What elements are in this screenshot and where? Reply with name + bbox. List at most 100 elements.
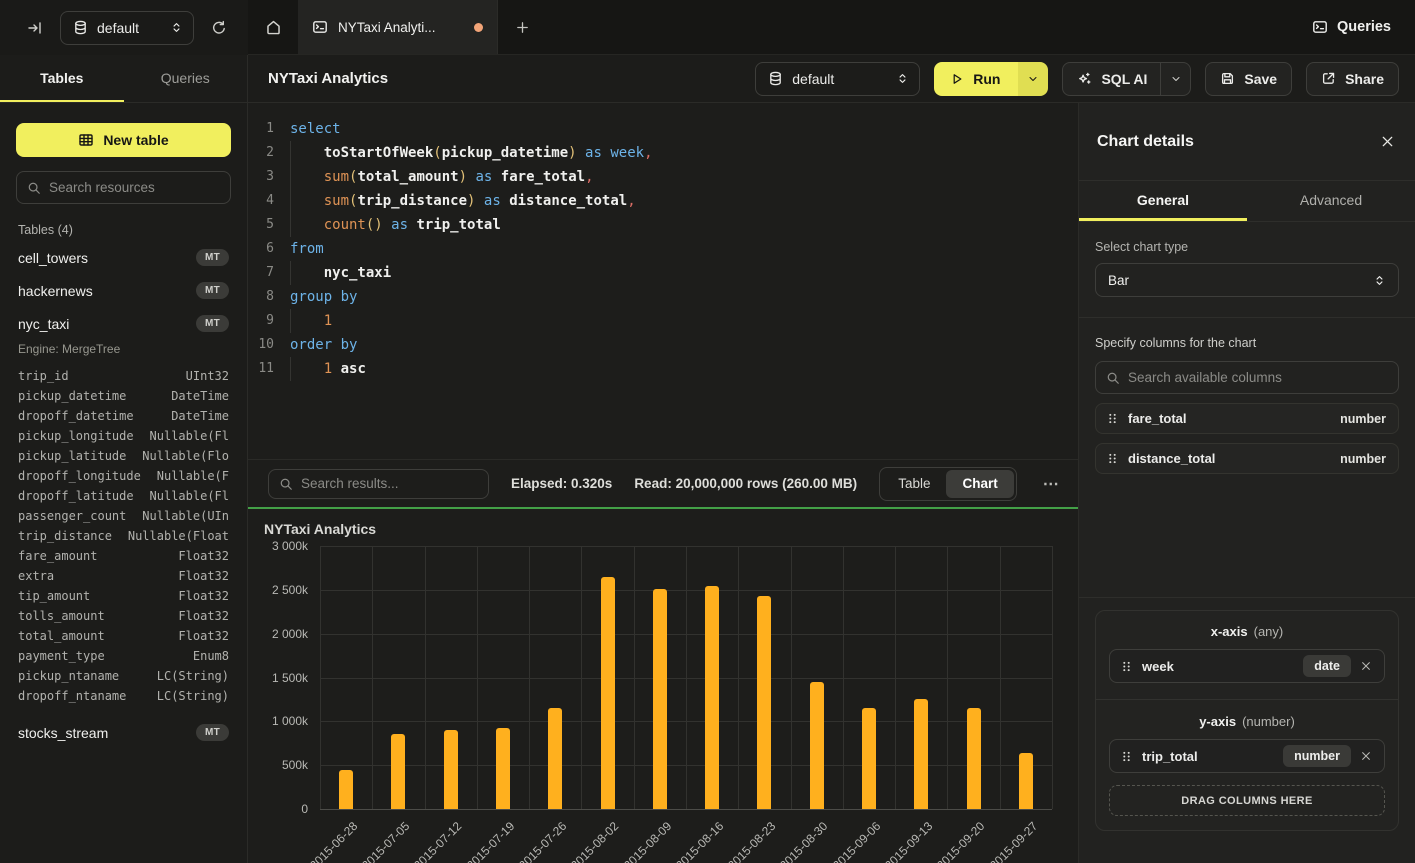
line-number: 5 [248,213,290,237]
results-more-button[interactable]: ⋯ [1039,474,1064,494]
column-row[interactable]: pickup_longitudeNullable(Fl [16,426,231,446]
line-number: 9 [248,309,290,333]
y-axis-tick-label: 500k [248,758,308,772]
table-row-cell_towers[interactable]: cell_towersMT [16,241,231,274]
sql-ai-button[interactable]: SQL AI [1062,62,1191,96]
column-chip-week[interactable]: weekdate [1109,649,1385,683]
new-tab-button[interactable] [498,0,546,54]
column-row[interactable]: fare_amountFloat32 [16,546,231,566]
gridline-horizontal [320,809,1052,810]
column-row[interactable]: total_amountFloat32 [16,626,231,646]
run-options-button[interactable] [1018,62,1048,96]
chart-type-value: Bar [1108,273,1373,288]
terminal-icon [312,19,328,35]
save-button[interactable]: Save [1205,62,1292,96]
drag-handle-icon[interactable] [1120,750,1133,763]
sidebar-tab-queries[interactable]: Queries [124,55,248,102]
chevrons-updown-icon [896,72,909,85]
y-axis-tick-label: 2 500k [248,583,308,597]
collapse-sidebar-button[interactable] [20,13,50,43]
code-line: 2 toStartOfWeek(pickup_datetime) as week… [248,141,1078,165]
unsaved-changes-dot [474,23,483,32]
header-database-select[interactable]: default [755,62,920,96]
column-row[interactable]: extraFloat32 [16,566,231,586]
sql-editor[interactable]: 1select2 toStartOfWeek(pickup_datetime) … [248,103,1078,459]
code-line: 5 count() as trip_total [248,213,1078,237]
search-icon [1106,371,1120,385]
topbar-left: default [0,0,248,55]
column-type: Float32 [178,609,229,623]
remove-chip-button[interactable] [1360,660,1372,672]
column-row[interactable]: trip_distanceNullable(Float [16,526,231,546]
column-row[interactable]: pickup_ntanameLC(String) [16,666,231,686]
y-axis-tick-label: 3 000k [248,539,308,553]
run-button[interactable]: Run [934,62,1018,96]
play-icon [950,72,964,86]
chevrons-updown-icon [1373,274,1386,287]
column-row[interactable]: dropoff_datetimeDateTime [16,406,231,426]
y-axis-tick-label: 2 000k [248,627,308,641]
elapsed-time: Elapsed: 0.320s [511,476,612,491]
sidebar-tabs: Tables Queries [0,55,247,103]
chip-name: trip_total [1142,749,1274,764]
sidebar-tab-tables[interactable]: Tables [0,55,124,102]
view-toggle-table[interactable]: Table [882,470,946,498]
new-table-button[interactable]: New table [16,123,231,157]
refresh-button[interactable] [204,13,234,43]
results-toolbar: Elapsed: 0.320s Read: 20,000,000 rows (2… [248,459,1078,507]
column-row[interactable]: pickup_datetimeDateTime [16,386,231,406]
column-row[interactable]: tip_amountFloat32 [16,586,231,606]
tab-nytaxi-analytics[interactable]: NYTaxi Analyti... [298,0,498,54]
chip-type: number [1340,412,1386,426]
column-chip-trip_total[interactable]: trip_total number [1109,739,1385,773]
sql-ai-options-button[interactable] [1160,63,1190,95]
close-panel-button[interactable] [1380,134,1395,149]
table-row-hackernews[interactable]: hackernewsMT [16,274,231,307]
bar [967,708,981,809]
panel-tab-advanced[interactable]: Advanced [1247,181,1415,221]
share-button[interactable]: Share [1306,62,1399,96]
chip-name: fare_total [1128,411,1331,426]
rows-read: Read: 20,000,000 rows (260.00 MB) [634,476,857,491]
main-column: 1select2 toStartOfWeek(pickup_datetime) … [248,103,1078,863]
sidebar-search-input[interactable] [49,180,220,195]
bar [653,589,667,809]
panel-tab-general[interactable]: General [1079,181,1247,221]
column-row[interactable]: trip_idUInt32 [16,366,231,386]
column-chip-distance_total[interactable]: distance_totalnumber [1095,443,1399,474]
results-search-input[interactable] [301,476,478,491]
queries-button[interactable]: Queries [1312,19,1391,35]
code-text: group by [290,285,357,309]
home-button[interactable] [248,0,298,54]
refresh-icon [211,20,227,36]
table-row-nyc_taxi[interactable]: nyc_taxiMT [16,307,231,340]
column-row[interactable]: dropoff_longitudeNullable(F [16,466,231,486]
column-row[interactable]: passenger_countNullable(UIn [16,506,231,526]
columns-search-input[interactable] [1128,370,1388,385]
view-toggle-chart[interactable]: Chart [946,470,1013,498]
column-name: extra [18,569,178,583]
chip-type-badge: number [1283,745,1351,767]
column-chip-fare_total[interactable]: fare_total number [1095,403,1399,434]
drag-handle-icon[interactable] [1106,412,1119,425]
sidebar-body: New table Tables (4) cell_towersMThacker… [0,103,247,863]
chart-type-select[interactable]: Bar [1095,263,1399,297]
remove-chip-button[interactable] [1360,750,1372,762]
drag-columns-dropzone[interactable]: DRAG COLUMNS HERE [1109,785,1385,816]
code-text: 1 [290,309,332,333]
column-row[interactable]: dropoff_ntanameLC(String) [16,686,231,706]
drag-handle-icon[interactable] [1106,452,1119,465]
engine-badge: MT [196,249,229,266]
drag-handle-icon[interactable] [1120,660,1133,673]
query-header: NYTaxi Analytics default [248,55,1415,103]
table-row-stocks_stream[interactable]: stocks_streamMT [16,716,231,749]
column-row[interactable]: pickup_latitudeNullable(Flo [16,446,231,466]
topbar-database-select[interactable]: default [60,11,194,45]
table-engine: Engine: MergeTree [18,342,229,356]
column-name: total_amount [18,629,178,643]
terminal-icon [1312,19,1328,35]
bar [862,708,876,809]
column-row[interactable]: dropoff_latitudeNullable(Fl [16,486,231,506]
column-row[interactable]: tolls_amountFloat32 [16,606,231,626]
column-row[interactable]: payment_typeEnum8 [16,646,231,666]
